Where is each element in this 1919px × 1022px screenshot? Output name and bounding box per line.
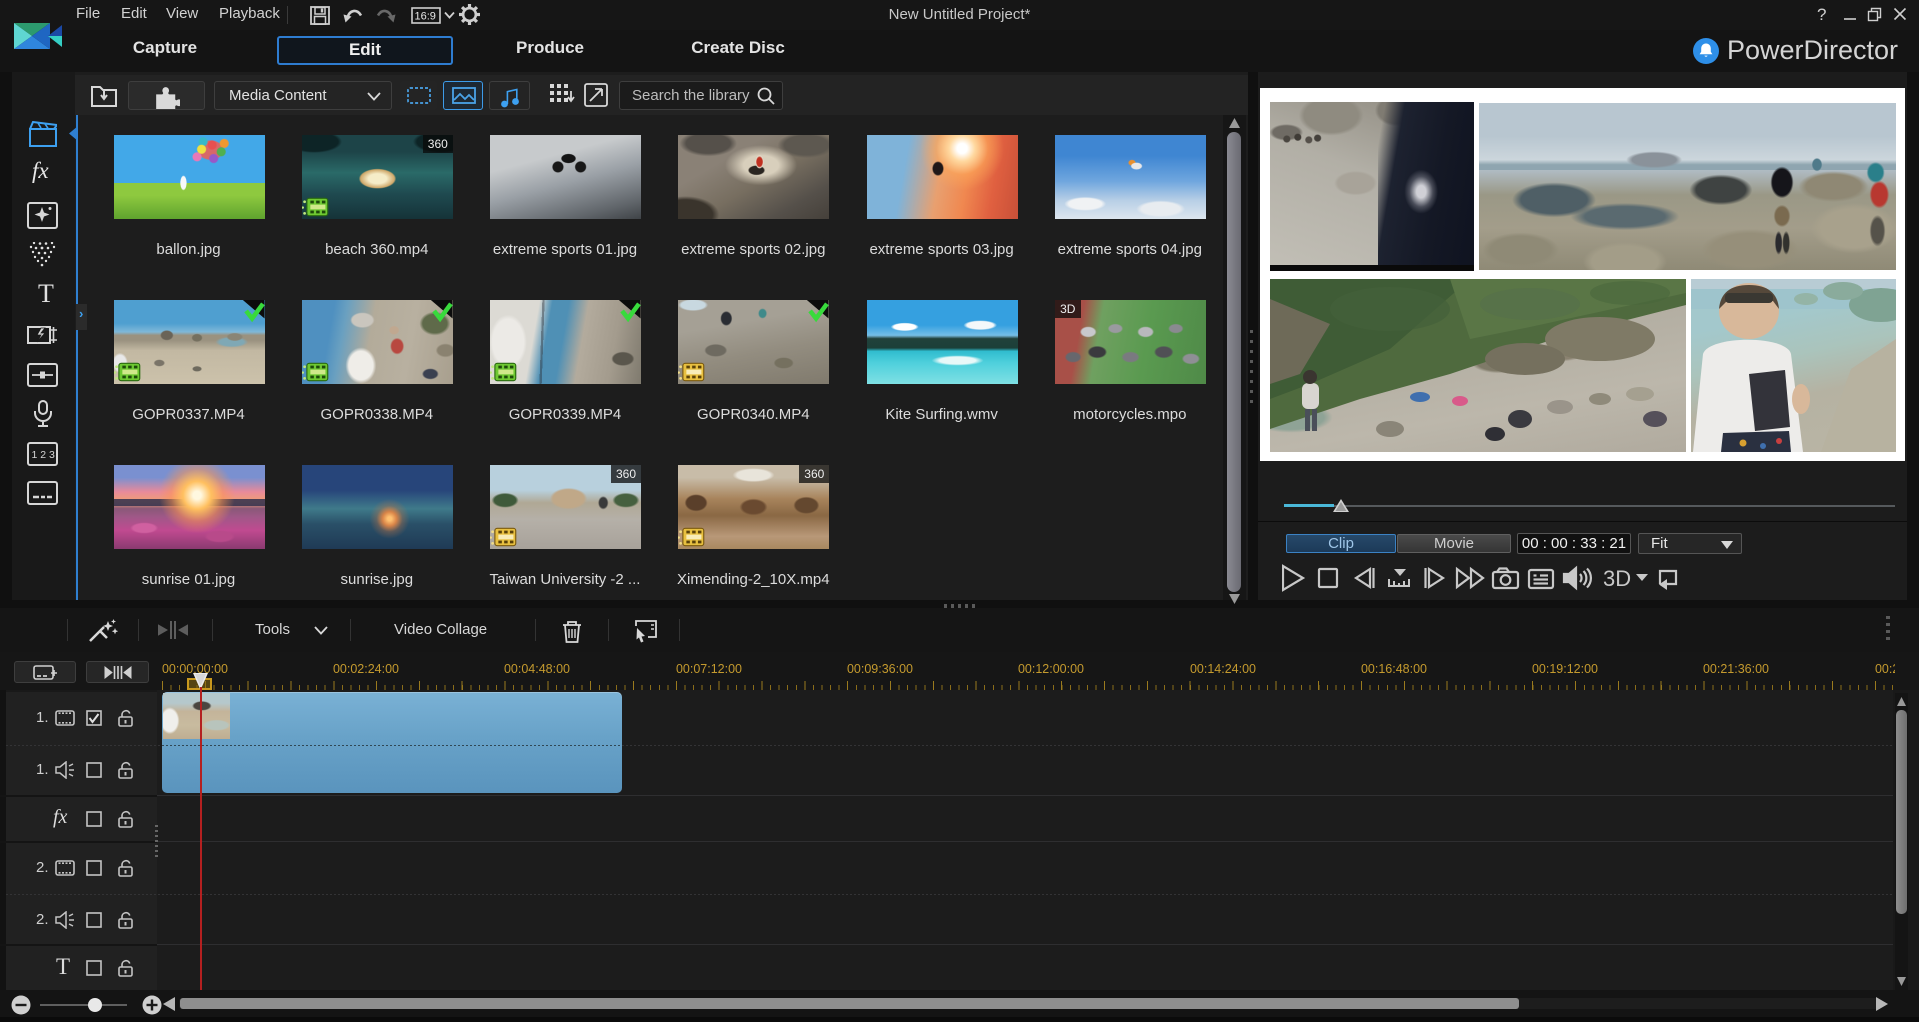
svg-text:3D: 3D <box>1603 566 1631 591</box>
svg-text:1 2 3: 1 2 3 <box>32 449 56 461</box>
